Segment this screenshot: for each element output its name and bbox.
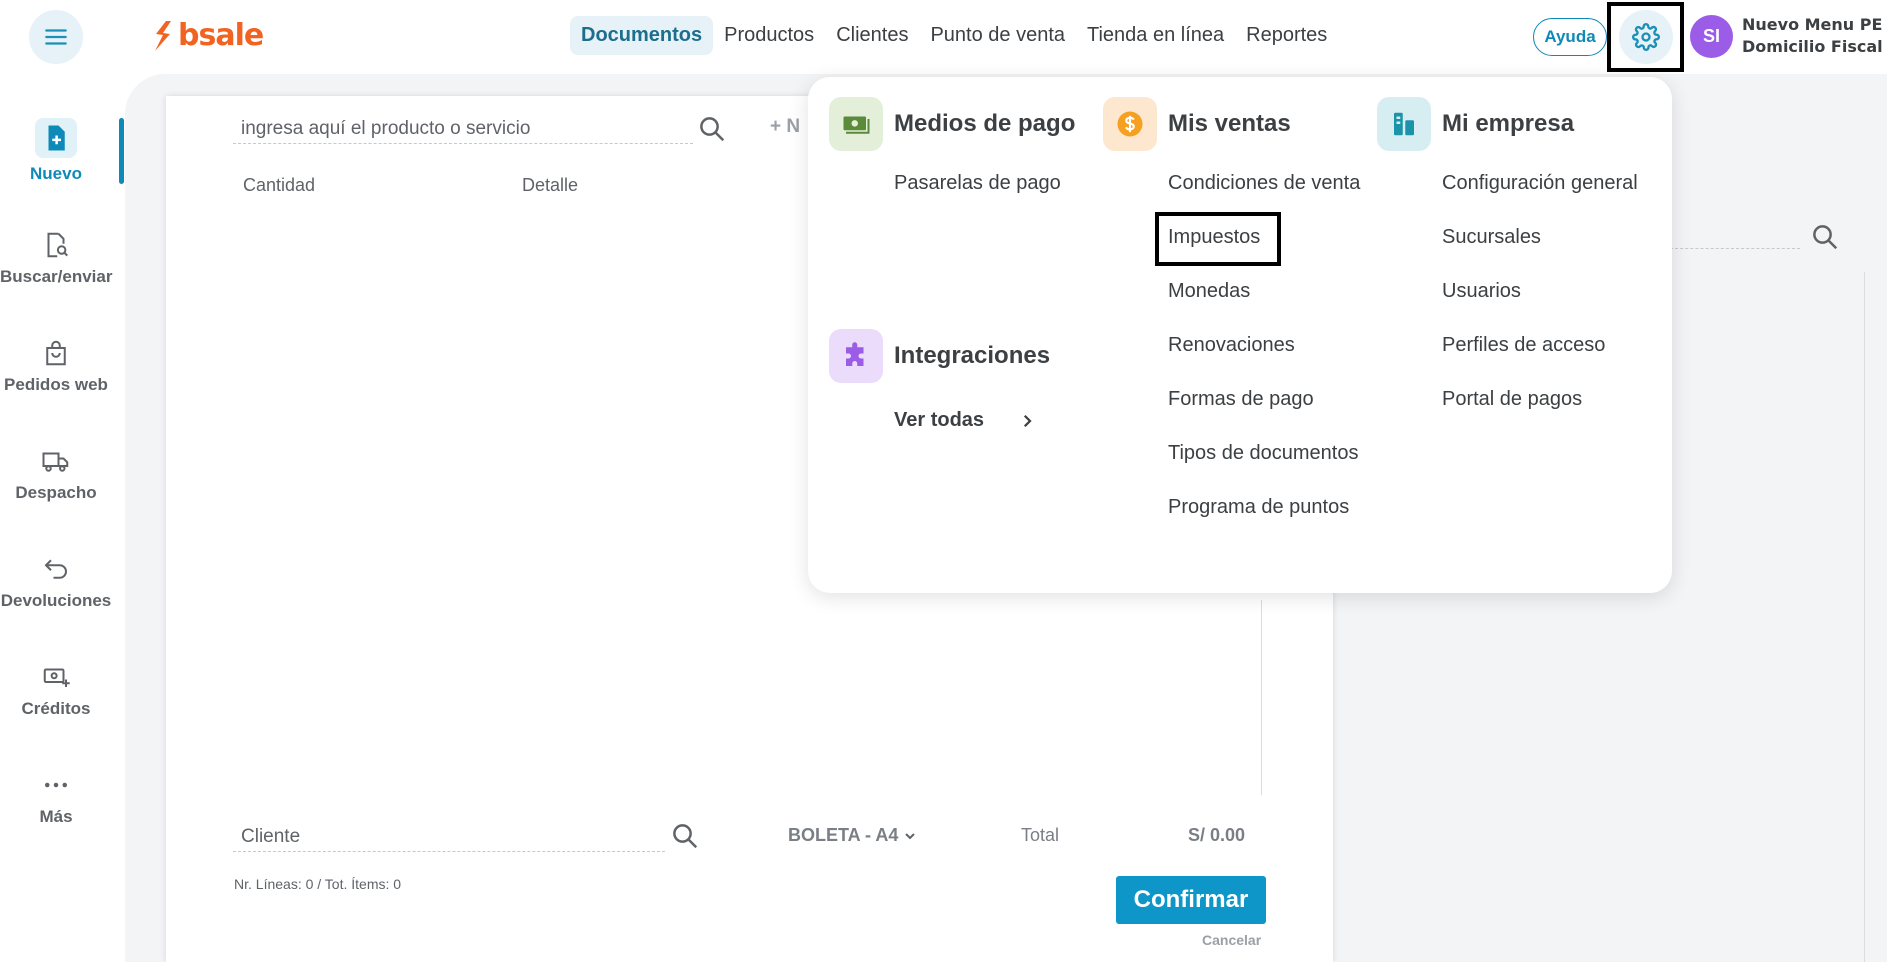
search-icon[interactable] bbox=[1810, 222, 1840, 252]
search-icon[interactable] bbox=[670, 821, 700, 851]
section-title-mis-ventas: Mis ventas bbox=[1168, 110, 1291, 137]
company-selector[interactable]: Nuevo Menu PE Domicilio Fiscal bbox=[1742, 14, 1883, 58]
confirm-button[interactable]: Confirmar bbox=[1116, 876, 1266, 924]
money-bill-icon bbox=[829, 97, 883, 151]
nav-tienda-en-linea[interactable]: Tienda en línea bbox=[1076, 16, 1235, 55]
product-search-field bbox=[233, 112, 693, 146]
file-search-icon bbox=[40, 229, 72, 261]
new-product-link[interactable]: + N bbox=[770, 116, 800, 138]
product-search-input[interactable] bbox=[233, 112, 673, 146]
truck-icon bbox=[40, 445, 72, 477]
sidebar-item-label: Buscar/enviar bbox=[0, 267, 113, 286]
sidebar-item-label: Nuevo bbox=[30, 164, 82, 183]
nav-documentos[interactable]: Documentos bbox=[570, 16, 714, 55]
active-indicator bbox=[119, 118, 124, 184]
menu-link-impuestos[interactable]: Impuestos bbox=[1168, 226, 1260, 249]
settings-highlight bbox=[1607, 2, 1684, 72]
see-all-integrations-link[interactable]: Ver todas bbox=[894, 409, 1036, 432]
document-type-select[interactable]: BOLETA - A4 bbox=[788, 825, 918, 846]
menu-link-formas-de-pago[interactable]: Formas de pago bbox=[1168, 388, 1314, 411]
sidebar-item-devoluciones[interactable]: Devoluciones bbox=[0, 553, 112, 611]
total-label: Total bbox=[1021, 825, 1060, 845]
brand-name: bsale bbox=[178, 18, 264, 53]
nav-clientes[interactable]: Clientes bbox=[825, 16, 919, 55]
help-button[interactable]: Ayuda bbox=[1533, 18, 1607, 56]
chevron-down-icon bbox=[905, 832, 916, 839]
gear-icon bbox=[1631, 23, 1660, 51]
building-icon bbox=[1377, 97, 1431, 151]
hamburger-icon bbox=[45, 29, 67, 45]
section-title-mi-empresa: Mi empresa bbox=[1442, 110, 1575, 137]
main-nav: Documentos Productos Clientes Punto de v… bbox=[570, 16, 1338, 55]
money-plus-icon bbox=[40, 661, 72, 693]
menu-link-programa-de-puntos[interactable]: Programa de puntos bbox=[1168, 496, 1349, 519]
user-avatar[interactable]: SI bbox=[1690, 15, 1733, 58]
menu-link-monedas[interactable]: Monedas bbox=[1168, 280, 1250, 303]
menu-link-portal-de-pagos[interactable]: Portal de pagos bbox=[1442, 388, 1582, 411]
sidebar-item-label: Despacho bbox=[15, 483, 97, 502]
file-plus-icon bbox=[35, 118, 77, 158]
document-type-value: BOLETA - A4 bbox=[788, 825, 899, 845]
company-name: Nuevo Menu PE bbox=[1742, 15, 1883, 34]
bsale-logo-icon bbox=[155, 20, 171, 51]
settings-button[interactable] bbox=[1618, 10, 1673, 64]
divider bbox=[1261, 600, 1262, 795]
dollar-coin-icon bbox=[1103, 97, 1157, 151]
search-icon[interactable] bbox=[697, 114, 727, 144]
sidebar-item-despacho[interactable]: Despacho bbox=[0, 445, 112, 503]
menu-link-tipos-de-documentos[interactable]: Tipos de documentos bbox=[1168, 442, 1358, 465]
sidebar-item-nuevo[interactable]: Nuevo bbox=[0, 118, 112, 184]
menu-link-pasarelas-de-pago[interactable]: Pasarelas de pago bbox=[894, 172, 1061, 195]
menu-link-usuarios[interactable]: Usuarios bbox=[1442, 280, 1521, 303]
return-arrow-icon bbox=[40, 553, 72, 585]
sidebar-item-label: Créditos bbox=[21, 699, 91, 718]
menu-link-condiciones-de-venta[interactable]: Condiciones de venta bbox=[1168, 172, 1360, 195]
chevron-right-icon bbox=[1024, 414, 1032, 427]
brand-logo[interactable]: bsale bbox=[152, 18, 264, 53]
divider bbox=[1864, 272, 1865, 962]
sidebar-item-label: Más bbox=[39, 807, 73, 826]
sidebar-item-creditos[interactable]: Créditos bbox=[0, 661, 112, 719]
menu-link-perfiles-de-acceso[interactable]: Perfiles de acceso bbox=[1442, 334, 1605, 357]
puzzle-icon bbox=[829, 329, 883, 383]
section-title-medios-de-pago: Medios de pago bbox=[894, 110, 1076, 137]
column-header-detalle: Detalle bbox=[522, 175, 579, 195]
more-dots-icon bbox=[40, 769, 72, 801]
company-branch: Domicilio Fiscal bbox=[1742, 37, 1883, 56]
top-bar: bsale Documentos Productos Clientes Punt… bbox=[0, 0, 1887, 74]
menu-link-configuracion-general[interactable]: Configuración general bbox=[1442, 172, 1638, 195]
client-search-field bbox=[233, 820, 665, 854]
cancel-link[interactable]: Cancelar bbox=[1202, 932, 1261, 948]
nav-punto-de-venta[interactable]: Punto de venta bbox=[919, 16, 1076, 55]
right-search-field[interactable] bbox=[1670, 248, 1800, 249]
sidebar-item-mas[interactable]: Más bbox=[0, 769, 112, 827]
menu-toggle-button[interactable] bbox=[29, 10, 83, 64]
menu-link-sucursales[interactable]: Sucursales bbox=[1442, 226, 1541, 249]
column-header-cantidad: Cantidad bbox=[243, 175, 316, 195]
total-value: S/ 0.00 bbox=[1188, 825, 1246, 845]
sidebar-item-pedidos-web[interactable]: Pedidos web bbox=[0, 337, 112, 395]
nav-productos[interactable]: Productos bbox=[713, 16, 825, 55]
sidebar-item-label: Devoluciones bbox=[0, 591, 112, 610]
client-input[interactable] bbox=[233, 820, 653, 854]
nav-reportes[interactable]: Reportes bbox=[1235, 16, 1338, 55]
sidebar-item-label: Pedidos web bbox=[4, 375, 108, 394]
shopping-bag-icon bbox=[40, 337, 72, 369]
lines-info: Nr. Líneas: 0 / Tot. Ítems: 0 bbox=[234, 876, 402, 892]
menu-link-renovaciones[interactable]: Renovaciones bbox=[1168, 334, 1295, 357]
see-all-label: Ver todas bbox=[894, 409, 985, 431]
sidebar: Nuevo Buscar/enviar Pedidos web Despacho… bbox=[0, 74, 125, 962]
sidebar-item-buscar[interactable]: Buscar/enviar bbox=[0, 229, 112, 287]
section-title-integraciones: Integraciones bbox=[894, 342, 1051, 369]
